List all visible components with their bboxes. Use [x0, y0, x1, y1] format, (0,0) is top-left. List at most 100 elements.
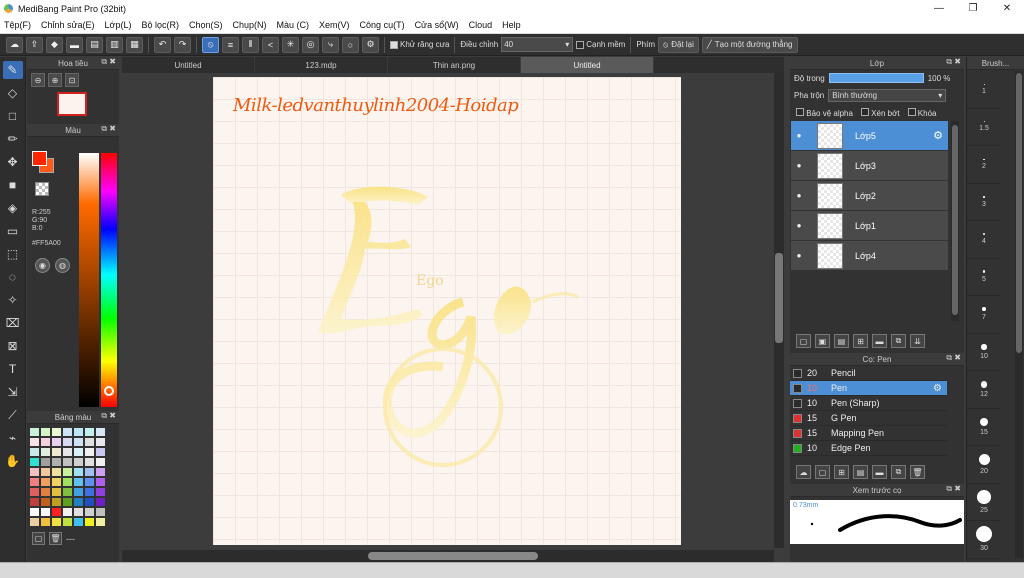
trash-icon[interactable]: 🗑 — [49, 532, 62, 545]
lasso-tool-icon[interactable]: ◌ — [3, 268, 23, 286]
document-icon[interactable]: ▤ — [86, 36, 103, 53]
lock-checkbox[interactable] — [907, 108, 916, 116]
palette-swatch[interactable] — [52, 478, 61, 486]
palette-swatch[interactable] — [52, 458, 61, 466]
panel-close-icon[interactable]: ⧉ ✖ — [946, 57, 961, 67]
tab-123-mdp[interactable]: 123.mdp — [255, 57, 388, 73]
menu-file[interactable]: Tệp(F) — [4, 20, 31, 30]
palette-swatch[interactable] — [74, 478, 83, 486]
palette-swatch[interactable] — [63, 448, 72, 456]
palette-swatch[interactable] — [85, 448, 94, 456]
palette-swatch[interactable] — [63, 488, 72, 496]
palette-swatch[interactable] — [30, 458, 39, 466]
panel-icon[interactable]: ▥ — [106, 36, 123, 53]
canvas-vertical-scrollbar[interactable] — [774, 73, 784, 548]
settings-gear-icon[interactable]: ⚙ — [362, 36, 379, 53]
minimize-button[interactable]: — — [922, 0, 956, 17]
protect-alpha-toggle[interactable]: Bảo vệ alpha — [796, 108, 853, 118]
magic-wand-tool-icon[interactable]: ✧ — [3, 291, 23, 309]
menu-view[interactable]: Xem(V) — [319, 20, 350, 30]
redo-icon[interactable]: ↷ — [174, 36, 191, 53]
palette-swatch[interactable] — [85, 458, 94, 466]
chat-icon[interactable]: ◆ — [46, 36, 63, 53]
vertical-scroll-thumb[interactable] — [775, 253, 783, 343]
palette-swatch[interactable] — [30, 438, 39, 446]
palette-swatch[interactable] — [52, 498, 61, 506]
palette-swatch[interactable] — [74, 458, 83, 466]
palette-swatch[interactable] — [85, 438, 94, 446]
zoom-in-icon[interactable]: ⊕ — [48, 73, 62, 87]
palette-swatch[interactable] — [63, 508, 72, 516]
palette-swatch[interactable] — [85, 468, 94, 476]
visibility-icon[interactable]: ● — [791, 221, 807, 230]
palette-swatch[interactable] — [30, 448, 39, 456]
brush-size-item[interactable]: 4 — [967, 221, 1001, 259]
snap-curve-icon[interactable]: ⤷ — [322, 36, 339, 53]
menu-cloud[interactable]: Cloud — [469, 20, 493, 30]
panel-close-icon[interactable]: ⧉ ✖ — [101, 124, 116, 134]
maximize-button[interactable]: ❐ — [956, 0, 990, 17]
layer-item[interactable]: ● Lớp5 ⚙ — [791, 121, 948, 151]
bucket-tool-icon[interactable]: ◈ — [3, 199, 23, 217]
palette-swatch[interactable] — [52, 508, 61, 516]
layer-item[interactable]: ● Lớp4 — [791, 241, 948, 271]
palette-swatch[interactable] — [52, 428, 61, 436]
palette-swatch[interactable] — [41, 468, 50, 476]
antialias-checkbox[interactable] — [390, 40, 398, 49]
menu-select[interactable]: Chọn(S) — [189, 20, 223, 30]
brush-size-scrollbar[interactable] — [1015, 71, 1023, 558]
palette-swatch[interactable] — [96, 498, 105, 506]
palette-swatch[interactable] — [63, 478, 72, 486]
palette-swatch[interactable] — [63, 428, 72, 436]
palette-swatch[interactable] — [96, 438, 105, 446]
protect-alpha-checkbox[interactable] — [796, 108, 804, 116]
correction-select[interactable]: 40 ▾ — [501, 37, 574, 52]
brush-folder-icon[interactable]: ▬ — [872, 465, 887, 479]
palette-swatch[interactable] — [41, 438, 50, 446]
menu-snap[interactable]: Chụp(N) — [233, 20, 267, 30]
brush-trash-icon[interactable]: 🗑 — [910, 465, 925, 479]
menu-color[interactable]: Màu (C) — [277, 20, 310, 30]
palette-swatch[interactable] — [96, 508, 105, 516]
palette-swatch[interactable] — [52, 438, 61, 446]
primary-color-swatch[interactable] — [32, 151, 47, 166]
brush-size-item[interactable]: 15 — [967, 409, 1001, 446]
select-pen-tool-icon[interactable]: ⌧ — [3, 314, 23, 332]
clip-checkbox[interactable] — [860, 108, 869, 116]
opacity-slider[interactable] — [828, 73, 924, 83]
close-button[interactable]: ✕ — [990, 0, 1024, 17]
brush-size-item[interactable]: 1 — [967, 71, 1001, 109]
brush-size-item[interactable]: 5 — [967, 259, 1001, 296]
palette-swatch[interactable] — [52, 488, 61, 496]
tab-untitled-1[interactable]: Untitled — [122, 57, 255, 73]
palette-swatch[interactable] — [30, 498, 39, 506]
layer-scroll-thumb[interactable] — [952, 125, 958, 315]
brush-size-item[interactable]: 20 — [967, 446, 1001, 484]
duplicate-icon[interactable]: ⧉ — [891, 334, 906, 348]
brush-size-item[interactable]: 10 — [967, 334, 1001, 371]
add-layer-menu-icon[interactable]: ⊞ — [853, 334, 868, 348]
brush-size-item[interactable]: 1.5 — [967, 109, 1001, 146]
panel-close-icon[interactable]: ⧉ ✖ — [101, 411, 116, 421]
layer-item[interactable]: ● Lớp2 — [791, 181, 948, 211]
gear-icon[interactable]: ⚙ — [933, 383, 942, 394]
menu-filter[interactable]: Bộ lọc(R) — [141, 20, 179, 30]
lock-toggle[interactable]: Khóa — [907, 108, 936, 118]
palette-swatch[interactable] — [41, 508, 50, 516]
palette-swatch[interactable] — [74, 488, 83, 496]
layer-item[interactable]: ● Lớp3 — [791, 151, 948, 181]
brush-size-item[interactable]: 30 — [967, 521, 1001, 559]
palette-swatch[interactable] — [63, 458, 72, 466]
palette-swatch[interactable] — [96, 468, 105, 476]
panel-close-icon[interactable]: ⧉ ✖ — [946, 353, 961, 363]
brush-duplicate-icon[interactable]: ⧉ — [891, 465, 906, 479]
layer-item[interactable]: ● Lớp1 — [791, 211, 948, 241]
palette-swatch[interactable] — [74, 468, 83, 476]
palette-swatch[interactable] — [85, 478, 94, 486]
menu-help[interactable]: Help — [502, 20, 521, 30]
palette-swatch[interactable] — [96, 478, 105, 486]
brush-item[interactable]: 15 Mapping Pen — [790, 426, 947, 441]
clip-toggle[interactable]: Xén bớt — [860, 108, 900, 118]
navigator-thumbnail[interactable] — [57, 92, 87, 116]
soft-edge-toggle[interactable]: Cạnh mềm — [576, 40, 625, 49]
